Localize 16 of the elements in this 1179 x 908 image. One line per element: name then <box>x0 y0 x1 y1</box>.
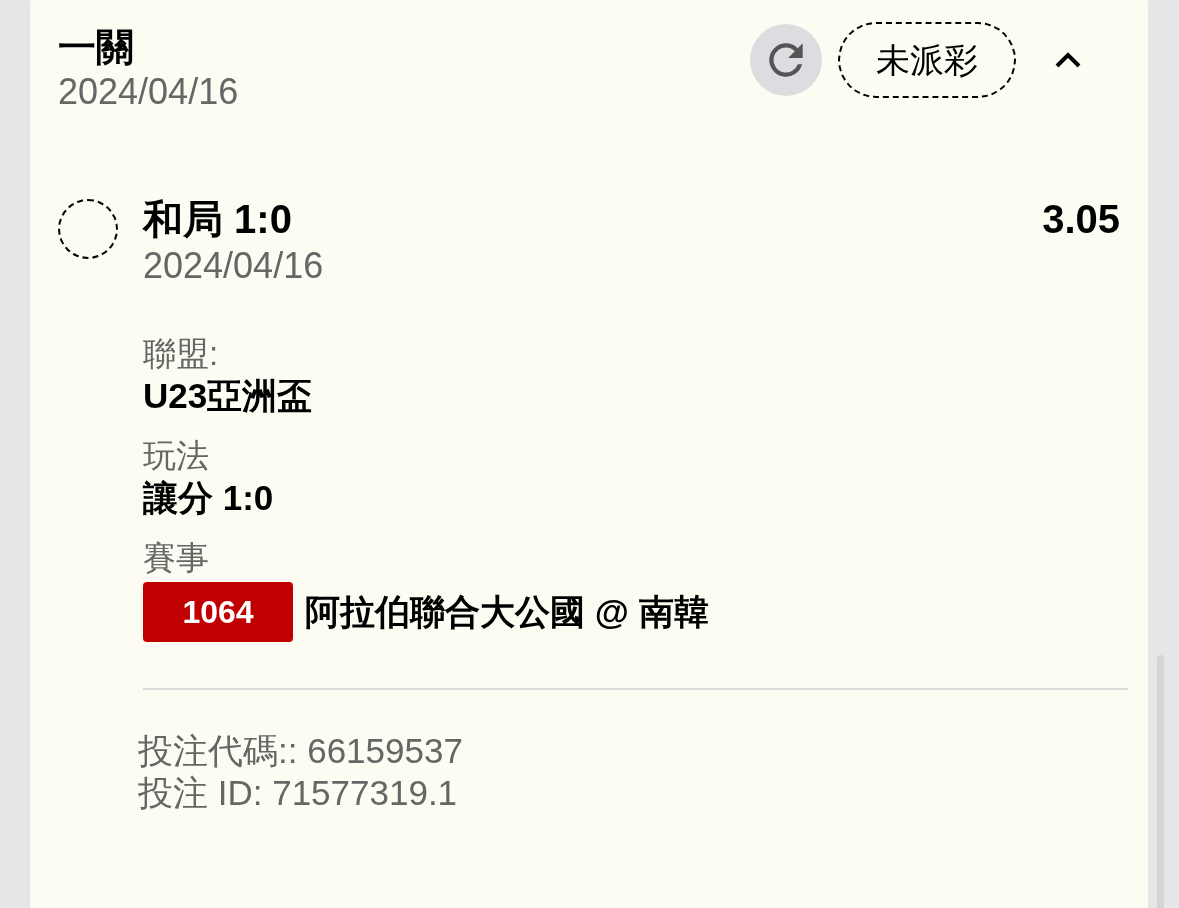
match-number-badge: 1064 <box>143 582 293 642</box>
chevron-up-icon <box>1054 51 1082 69</box>
detail-value: 讓分 1:0 <box>143 477 275 519</box>
bet-date: 2024/04/16 <box>58 70 239 114</box>
detail-label: 玩法 <box>143 436 210 476</box>
bet-reference: 投注 ID: 71577319.1 <box>138 772 459 814</box>
detail-value: 阿拉伯聯合大公國 @ 南韓 <box>305 590 709 633</box>
detail-value: U23亞洲盃 <box>143 375 314 417</box>
bet-title: 一關 <box>58 25 135 70</box>
bet-reference: 投注代碼:: 66159537 <box>138 730 464 772</box>
odds: 3.05 <box>1042 196 1120 243</box>
detail-label: 聯盟: <box>143 334 220 374</box>
detail-label: 賽事 <box>143 538 210 578</box>
status-badge: 未派彩 <box>838 22 1016 98</box>
selection-date: 2024/04/16 <box>143 244 325 288</box>
selection-name: 和局 1:0 <box>143 196 292 243</box>
